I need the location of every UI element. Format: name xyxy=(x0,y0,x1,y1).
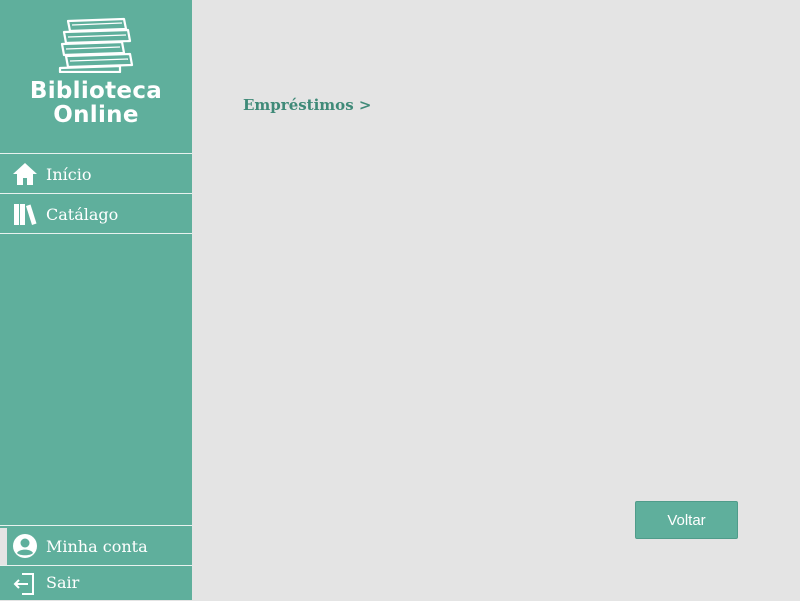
breadcrumb[interactable]: Empréstimos > xyxy=(243,96,371,114)
app-logo: Biblioteca Online xyxy=(0,0,192,153)
sidebar-item-sair[interactable]: Sair xyxy=(0,565,192,600)
active-indicator xyxy=(0,528,7,566)
sidebar-item-catalogo[interactable]: Catálago xyxy=(0,193,192,234)
user-circle-icon xyxy=(12,533,38,559)
app-title-line1: Biblioteca xyxy=(29,78,163,104)
sidebar-item-minha-conta[interactable]: Minha conta xyxy=(0,525,192,566)
app-title-line2: Online xyxy=(53,102,139,128)
books-stack-icon xyxy=(58,17,134,73)
home-icon xyxy=(12,161,38,187)
sidebar-item-label: Início xyxy=(46,165,92,184)
logout-icon xyxy=(12,571,38,597)
sidebar-item-label: Minha conta xyxy=(46,537,148,556)
sidebar-item-label: Catálago xyxy=(46,205,119,224)
sidebar: Biblioteca Online Início Catálago Minha xyxy=(0,0,192,600)
sidebar-item-label: Sair xyxy=(46,573,80,592)
books-icon xyxy=(12,201,38,227)
back-button[interactable]: Voltar xyxy=(635,501,738,539)
sidebar-item-inicio[interactable]: Início xyxy=(0,153,192,192)
